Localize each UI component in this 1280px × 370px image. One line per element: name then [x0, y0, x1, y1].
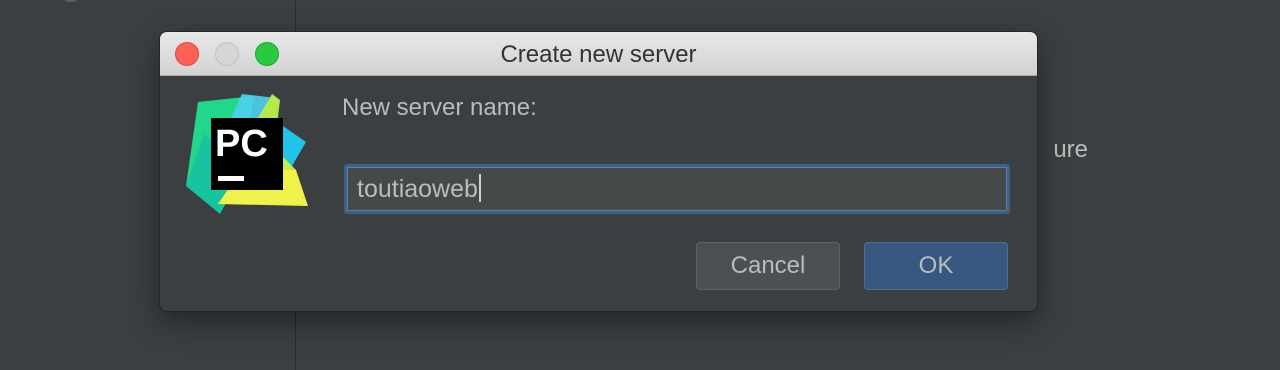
server-name-label: New server name: — [342, 94, 537, 121]
cancel-button[interactable]: Cancel — [696, 242, 840, 290]
ok-button[interactable]: OK — [864, 242, 1008, 290]
dialog-title: Create new server — [500, 41, 697, 68]
dialog-titlebar: Create new server — [160, 32, 1037, 76]
pycharm-logo-text: PC — [215, 123, 268, 165]
background-partial-glyph — [60, 0, 82, 2]
create-server-dialog: Create new server PC New server name: to… — [160, 32, 1037, 311]
server-name-input[interactable]: toutiaoweb — [344, 164, 1010, 214]
text-caret — [478, 174, 481, 203]
server-name-value: toutiaoweb — [357, 175, 478, 203]
pycharm-logo-icon: PC — [186, 94, 308, 214]
background-partial-text: ure — [1053, 136, 1088, 163]
